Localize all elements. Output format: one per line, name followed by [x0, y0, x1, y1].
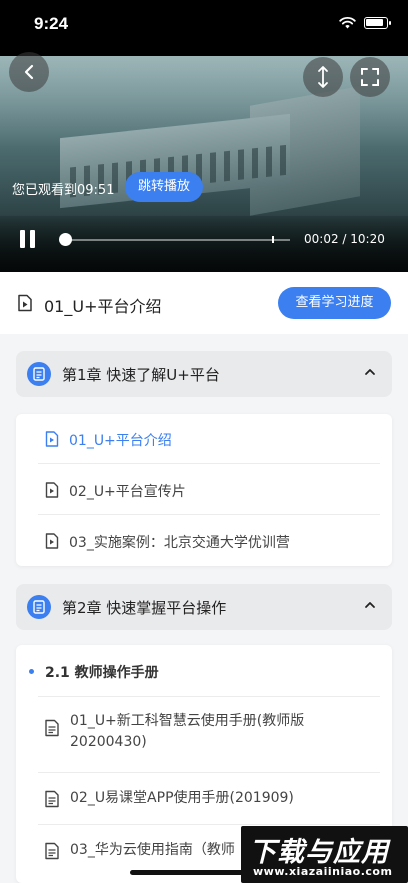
view-progress-button[interactable]: 查看学习进度 — [278, 287, 391, 319]
doc-label: 02_U易课堂APP使用手册(201909) — [70, 790, 294, 806]
status-icons — [339, 16, 391, 29]
watermark-logo: 下载与应用 www.xiazaiiniao.com — [241, 826, 408, 883]
chapter-1-lessons: 01_U+平台介绍 02_U+平台宣传片 03_实施案例：北京交通大学优训营 — [16, 414, 392, 566]
lesson-title-bar: 01_U+平台介绍 查看学习进度 — [0, 272, 408, 334]
rotate-button[interactable] — [303, 57, 343, 97]
lesson-label: 02_U+平台宣传片 — [69, 484, 186, 500]
back-button[interactable] — [9, 52, 49, 92]
fullscreen-icon — [361, 68, 379, 86]
time-display: 00:02 / 10:20 — [304, 232, 385, 246]
chapter-title: 第1章 快速了解U+平台 — [62, 366, 220, 384]
pdf-doc-icon — [45, 790, 59, 808]
lesson-label: 01_U+平台介绍 — [69, 433, 172, 449]
pause-icon[interactable] — [20, 230, 36, 248]
resume-text: 您已观看到09:51 — [12, 183, 115, 198]
rotate-icon — [318, 66, 328, 88]
doc-item[interactable]: 02_U易课堂APP使用手册(201909) — [16, 773, 392, 825]
section-dot — [29, 669, 34, 674]
progress-knob[interactable] — [59, 233, 72, 246]
pdf-doc-icon — [45, 719, 59, 737]
section-header[interactable]: 2.1 教师操作手册 — [16, 645, 392, 697]
chevron-up-icon[interactable] — [364, 599, 376, 611]
chevron-up-icon[interactable] — [364, 366, 376, 378]
status-bar: 9:24 — [0, 0, 408, 46]
video-file-icon — [45, 431, 59, 447]
video-player[interactable]: 9:24 您已观看到09:51 跳转播放 00:02 / 10:20 — [0, 0, 408, 272]
watermark-url: www.xiazaiiniao.com — [253, 865, 393, 878]
video-file-icon — [18, 294, 32, 312]
section-title: 2.1 教师操作手册 — [45, 665, 159, 681]
doc-item[interactable]: 01_U+新工科智慧云使用手册(教师版20200430) — [16, 697, 392, 773]
lesson-item[interactable]: 02_U+平台宣传片 — [16, 465, 392, 515]
chapter-header-2[interactable]: 第2章 快速掌握平台操作 — [16, 584, 392, 630]
battery-icon — [364, 16, 391, 29]
lesson-item[interactable]: 03_实施案例：北京交通大学优训营 — [16, 516, 392, 566]
video-file-icon — [45, 482, 59, 498]
chapter-doc-icon — [27, 362, 51, 386]
chapter-title: 第2章 快速掌握平台操作 — [62, 599, 227, 617]
progress-track[interactable] — [66, 239, 290, 241]
resume-play-button[interactable]: 跳转播放 — [125, 172, 203, 202]
fullscreen-button[interactable] — [350, 57, 390, 97]
progress-marker — [272, 236, 274, 243]
wifi-icon — [339, 16, 356, 29]
chapter-header-1[interactable]: 第1章 快速了解U+平台 — [16, 351, 392, 397]
chapter-doc-icon — [27, 595, 51, 619]
course-player-page: 9:24 您已观看到09:51 跳转播放 00:02 / 10:20 01_U+… — [0, 0, 408, 883]
pdf-doc-icon — [45, 842, 59, 860]
doc-label: 01_U+新工科智慧云使用手册(教师版20200430) — [70, 713, 305, 750]
lesson-item[interactable]: 01_U+平台介绍 — [16, 414, 392, 464]
back-arrow-icon — [24, 64, 34, 80]
video-file-icon — [45, 533, 59, 549]
status-time: 9:24 — [34, 14, 69, 33]
watermark-main: 下载与应用 — [249, 837, 389, 868]
lesson-label: 03_实施案例：北京交通大学优训营 — [69, 535, 290, 551]
lesson-title: 01_U+平台介绍 — [44, 297, 162, 316]
